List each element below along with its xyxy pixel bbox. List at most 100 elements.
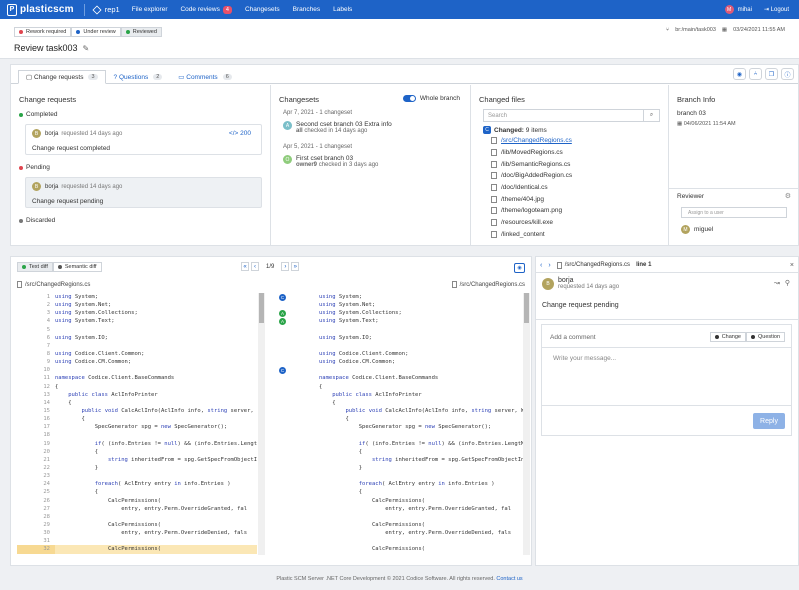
- search-icon[interactable]: ⌕: [643, 109, 659, 122]
- line-number[interactable]: [281, 293, 319, 301]
- line-number[interactable]: 13: [17, 391, 55, 399]
- info-icon[interactable]: ⓘ: [781, 68, 794, 80]
- line-number[interactable]: [281, 309, 319, 317]
- avatar[interactable]: M: [724, 5, 734, 14]
- line-number[interactable]: 18: [17, 431, 55, 439]
- line-number[interactable]: 17: [17, 423, 55, 431]
- nav-labels[interactable]: Labels: [333, 6, 352, 13]
- line-number[interactable]: [281, 326, 319, 334]
- line-number[interactable]: [281, 488, 319, 496]
- line-number[interactable]: [281, 513, 319, 521]
- logout-button[interactable]: ⇥ Logout: [764, 6, 789, 14]
- right-scrollbar[interactable]: [523, 293, 530, 555]
- line-number[interactable]: [281, 529, 319, 537]
- right-code-view[interactable]: using System; using System.Net; using Syst…: [281, 293, 523, 555]
- change-request-card[interactable]: Bborja requested 14 days ago </> 200 Chan…: [25, 124, 262, 155]
- line-number[interactable]: 28: [17, 513, 55, 521]
- line-number[interactable]: [281, 505, 319, 513]
- type-change-button[interactable]: Change: [709, 332, 746, 342]
- line-number[interactable]: 19: [17, 440, 55, 448]
- prev-diff-icon[interactable]: ‹: [251, 262, 259, 271]
- line-number[interactable]: 3: [17, 309, 55, 317]
- whole-branch-toggle[interactable]: Whole branch: [402, 95, 460, 102]
- line-number[interactable]: 20: [17, 448, 55, 456]
- semantic-diff-button[interactable]: Semantic diff: [52, 262, 102, 272]
- line-number[interactable]: [281, 301, 319, 309]
- next-comment-icon[interactable]: ›: [548, 262, 550, 269]
- tab-questions[interactable]: ? Questions 2: [106, 70, 171, 84]
- line-number[interactable]: 12: [17, 383, 55, 391]
- line-number[interactable]: [281, 545, 319, 553]
- reply-button[interactable]: Reply: [753, 413, 785, 429]
- line-number[interactable]: 21: [17, 456, 55, 464]
- line-number[interactable]: 27: [17, 505, 55, 513]
- line-number[interactable]: 10: [17, 366, 55, 374]
- message-textarea[interactable]: Write your message...: [553, 355, 616, 362]
- line-number[interactable]: 5: [17, 326, 55, 334]
- nav-code-reviews[interactable]: Code reviews 4: [180, 5, 232, 14]
- line-number[interactable]: [281, 366, 319, 374]
- line-number[interactable]: 33: [17, 554, 55, 556]
- line-number[interactable]: [281, 456, 319, 464]
- line-number[interactable]: 15: [17, 407, 55, 415]
- left-scrollbar[interactable]: [258, 293, 265, 555]
- change-request-card[interactable]: Bborja requested 14 days ago Change reque…: [25, 177, 262, 208]
- next-diff-icon[interactable]: ›: [281, 262, 290, 271]
- line-number[interactable]: 29: [17, 521, 55, 529]
- line-number[interactable]: 7: [17, 342, 55, 350]
- line-number[interactable]: [281, 415, 319, 423]
- file-item[interactable]: /doc/BigAddedRegion.cs: [491, 171, 668, 181]
- line-number[interactable]: [281, 334, 319, 342]
- line-number[interactable]: 16: [17, 415, 55, 423]
- line-number[interactable]: [281, 342, 319, 350]
- gear-icon[interactable]: ⚙: [785, 192, 791, 200]
- line-number[interactable]: [281, 383, 319, 391]
- nav-branches[interactable]: Branches: [293, 6, 320, 13]
- search-input[interactable]: Search ⌕: [483, 109, 660, 122]
- line-number[interactable]: [281, 448, 319, 456]
- pin-icon[interactable]: ⚲: [785, 279, 790, 287]
- file-item[interactable]: /lib/MovedRegions.cs: [491, 148, 668, 158]
- line-number[interactable]: [281, 480, 319, 488]
- line-number[interactable]: 23: [17, 472, 55, 480]
- line-number[interactable]: [281, 554, 319, 556]
- line-number[interactable]: 25: [17, 488, 55, 496]
- status-rework-required[interactable]: Rework required: [14, 27, 72, 37]
- branch-link[interactable]: br:/main/task003: [675, 27, 716, 33]
- line-number[interactable]: 2: [17, 301, 55, 309]
- line-number[interactable]: 8: [17, 350, 55, 358]
- line-number[interactable]: [281, 472, 319, 480]
- line-number[interactable]: 26: [17, 497, 55, 505]
- assign-user-input[interactable]: Assign to a user: [681, 207, 787, 218]
- line-number[interactable]: 6: [17, 334, 55, 342]
- repo-selector[interactable]: rep1: [92, 4, 120, 15]
- tab-change-requests[interactable]: ▢ Change requests 3: [18, 70, 106, 84]
- comment-toggle-icon[interactable]: ◉: [733, 68, 746, 80]
- last-diff-icon[interactable]: »: [291, 262, 300, 271]
- line-number[interactable]: [281, 537, 319, 545]
- line-number[interactable]: [281, 399, 319, 407]
- first-diff-icon[interactable]: «: [241, 262, 249, 271]
- close-icon[interactable]: ×: [790, 262, 794, 269]
- copy-icon[interactable]: ❐: [765, 68, 778, 80]
- line-number[interactable]: [281, 350, 319, 358]
- file-item[interactable]: /theme/logoteam.png: [491, 206, 668, 216]
- line-number[interactable]: [281, 440, 319, 448]
- contact-link[interactable]: Contact us: [496, 576, 522, 582]
- file-item[interactable]: /lib/SemanticRegions.cs: [491, 159, 668, 169]
- merge-icon[interactable]: ⑃: [749, 68, 762, 80]
- line-number[interactable]: [281, 358, 319, 366]
- edit-icon[interactable]: ✎: [83, 44, 90, 53]
- line-number[interactable]: 32: [17, 545, 55, 554]
- logo[interactable]: Pplasticscm: [7, 3, 74, 16]
- nav-changesets[interactable]: Changesets: [245, 6, 280, 13]
- file-item[interactable]: /theme/404.jpg: [491, 194, 668, 204]
- prev-comment-icon[interactable]: ‹: [540, 262, 542, 269]
- type-question-button[interactable]: Question: [745, 332, 785, 342]
- line-link[interactable]: </> 200: [229, 130, 251, 137]
- file-item[interactable]: /resources/kill.exe: [491, 218, 668, 228]
- share-icon[interactable]: ↝: [774, 279, 780, 287]
- line-number[interactable]: 4: [17, 317, 55, 325]
- line-number[interactable]: 1: [17, 293, 55, 301]
- line-number[interactable]: 22: [17, 464, 55, 472]
